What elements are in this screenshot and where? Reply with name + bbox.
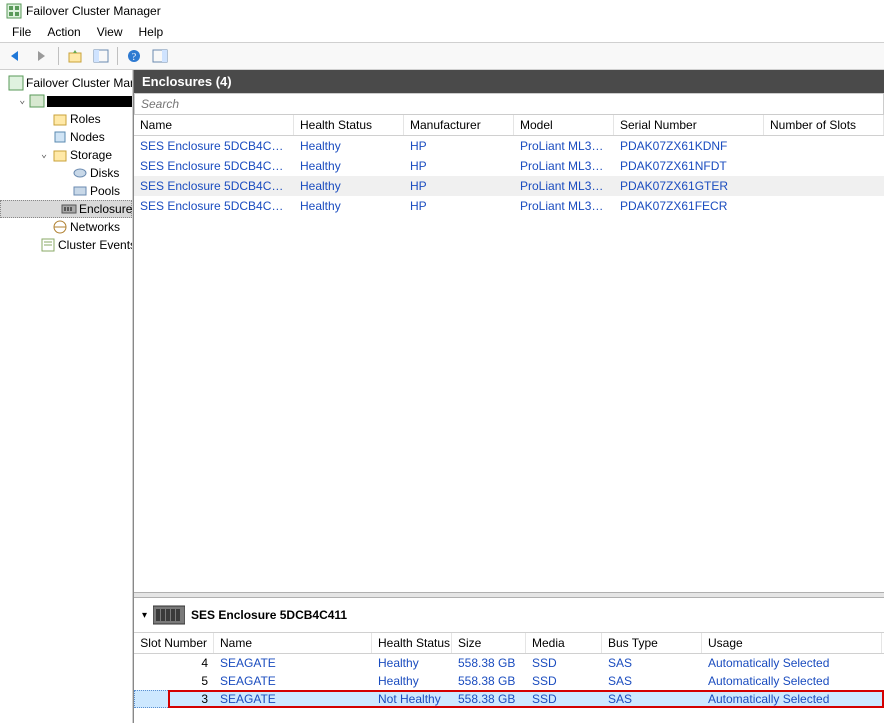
cluster-icon xyxy=(8,75,24,91)
svg-text:?: ? xyxy=(132,52,137,63)
detail-row[interactable]: 5 SEAGATE Healthy 558.38 GB SSD SAS Auto… xyxy=(134,672,884,690)
detail-row[interactable]: 4 SEAGATE Healthy 558.38 GB SSD SAS Auto… xyxy=(134,654,884,672)
listview-header[interactable]: Name Health Status Manufacturer Model Se… xyxy=(134,115,884,136)
up-button[interactable] xyxy=(63,45,87,67)
detail-title: SES Enclosure 5DCB4C411 xyxy=(191,608,347,622)
main-area: Failover Cluster Manager ⌄ Roles Nodes ⌄… xyxy=(0,70,884,723)
detail-pane: ▾ SES Enclosure 5DCB4C411 Slot Number Na… xyxy=(134,598,884,723)
col-health[interactable]: Health Status xyxy=(372,633,452,653)
forward-button[interactable] xyxy=(30,45,54,67)
tree-cluster-events[interactable]: Cluster Events xyxy=(0,236,132,254)
back-button[interactable] xyxy=(4,45,28,67)
col-health[interactable]: Health Status xyxy=(294,115,404,135)
server-icon xyxy=(29,93,45,109)
table-row[interactable]: SES Enclosure 5DCB4C411... Healthy HP Pr… xyxy=(134,176,884,196)
menu-view[interactable]: View xyxy=(89,23,131,41)
show-hide-tree-button[interactable] xyxy=(89,45,113,67)
table-row[interactable]: SES Enclosure 5DCB4C411... Healthy HP Pr… xyxy=(134,136,884,156)
col-usage[interactable]: Usage xyxy=(702,633,882,653)
tree-pools[interactable]: Pools xyxy=(0,182,132,200)
events-icon xyxy=(40,237,56,253)
table-row[interactable]: SES Enclosure 5DCB4C411... Healthy HP Pr… xyxy=(134,156,884,176)
enclosures-icon xyxy=(61,201,77,217)
collapse-icon[interactable]: ⌄ xyxy=(38,150,50,160)
window-title: Failover Cluster Manager xyxy=(26,4,161,18)
tree-nodes[interactable]: Nodes xyxy=(0,128,132,146)
nodes-icon xyxy=(52,129,68,145)
search-input[interactable] xyxy=(134,93,884,115)
disks-icon xyxy=(72,165,88,181)
detail-row-selected[interactable]: 3 SEAGATE Not Healthy 558.38 GB SSD SAS … xyxy=(134,690,884,708)
collapse-icon[interactable]: ⌄ xyxy=(18,96,27,106)
detail-header: ▾ SES Enclosure 5DCB4C411 xyxy=(134,598,884,632)
menu-bar: File Action View Help xyxy=(0,22,884,42)
pools-icon xyxy=(72,183,88,199)
toolbar: ? xyxy=(0,42,884,70)
col-slot[interactable]: Slot Number xyxy=(134,633,214,653)
col-size[interactable]: Size xyxy=(452,633,526,653)
menu-action[interactable]: Action xyxy=(39,23,88,41)
content-panel: Enclosures (4) Name Health Status Manufa… xyxy=(133,70,884,723)
table-row[interactable]: SES Enclosure 5DCB4C411... Healthy HP Pr… xyxy=(134,196,884,216)
enclosure-listview[interactable]: Name Health Status Manufacturer Model Se… xyxy=(134,115,884,592)
enclosure-icon xyxy=(153,604,185,626)
refresh-button[interactable] xyxy=(148,45,172,67)
networks-icon xyxy=(52,219,68,235)
tree-cluster[interactable]: ⌄ xyxy=(0,92,132,110)
col-model[interactable]: Model xyxy=(514,115,614,135)
tree-panel[interactable]: Failover Cluster Manager ⌄ Roles Nodes ⌄… xyxy=(0,70,133,723)
tree-storage[interactable]: ⌄ Storage xyxy=(0,146,132,164)
col-serial[interactable]: Serial Number xyxy=(614,115,764,135)
listview-body: SES Enclosure 5DCB4C411... Healthy HP Pr… xyxy=(134,136,884,592)
detail-list-header[interactable]: Slot Number Name Health Status Size Medi… xyxy=(134,633,884,654)
menu-file[interactable]: File xyxy=(4,23,39,41)
app-icon xyxy=(6,3,22,19)
col-media[interactable]: Media xyxy=(526,633,602,653)
storage-icon xyxy=(52,147,68,163)
roles-icon xyxy=(52,111,68,127)
col-name[interactable]: Name xyxy=(134,115,294,135)
detail-list[interactable]: Slot Number Name Health Status Size Medi… xyxy=(134,632,884,723)
tree-root[interactable]: Failover Cluster Manager xyxy=(0,74,132,92)
chevron-down-icon[interactable]: ▾ xyxy=(142,610,147,621)
redacted-cluster-name xyxy=(47,96,132,107)
col-bus[interactable]: Bus Type xyxy=(602,633,702,653)
tree-enclosures[interactable]: Enclosures xyxy=(0,200,132,218)
title-bar: Failover Cluster Manager xyxy=(0,0,884,22)
panel-header: Enclosures (4) xyxy=(134,70,884,93)
col-manufacturer[interactable]: Manufacturer xyxy=(404,115,514,135)
col-name[interactable]: Name xyxy=(214,633,372,653)
tree-networks[interactable]: Networks xyxy=(0,218,132,236)
col-slots[interactable]: Number of Slots xyxy=(764,115,884,135)
menu-help[interactable]: Help xyxy=(131,23,172,41)
tree-roles[interactable]: Roles xyxy=(0,110,132,128)
tree-disks[interactable]: Disks xyxy=(0,164,132,182)
help-button[interactable]: ? xyxy=(122,45,146,67)
search-box xyxy=(134,93,884,115)
